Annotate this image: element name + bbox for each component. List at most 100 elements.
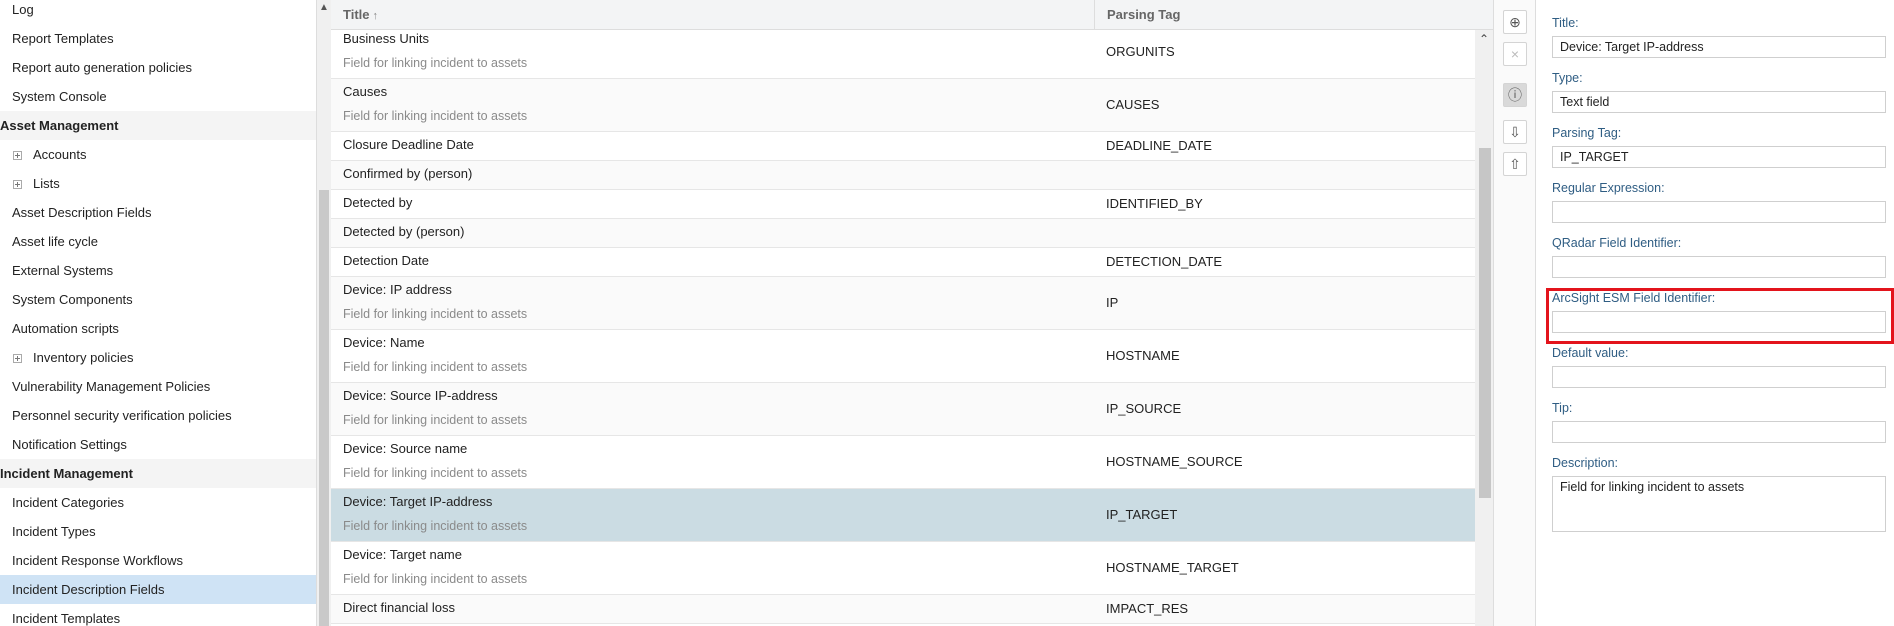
add-icon: ⊕ — [1509, 14, 1521, 30]
sidebar-item-label: Incident Categories — [12, 495, 125, 510]
column-header-parsing-tag[interactable]: Parsing Tag — [1095, 0, 1493, 29]
sidebar-item[interactable]: Inventory policies — [0, 343, 316, 372]
export-icon: ⇧ — [1509, 156, 1521, 172]
row-description: Field for linking incident to assets — [343, 56, 528, 70]
sidebar-item[interactable]: System Console — [0, 82, 316, 111]
import-button[interactable]: ⇩ — [1503, 120, 1527, 144]
title-field-group: Title: Device: Target IP-address — [1552, 15, 1886, 58]
row-title: Direct financial loss — [343, 600, 455, 615]
table-row[interactable]: Causes Field for linking incident to asse… — [331, 79, 1475, 132]
tip-label: Tip: — [1552, 401, 1573, 415]
grid-scrollbar[interactable]: ⌃ — [1475, 30, 1493, 626]
info-button[interactable]: ⓘ — [1503, 83, 1527, 107]
sidebar-item[interactable]: Report auto generation policies — [0, 53, 316, 82]
table-row[interactable]: Device: Target name Field for linking inc… — [331, 542, 1475, 595]
qradar-field-group: QRadar Field Identifier: — [1552, 235, 1886, 278]
tip-input[interactable] — [1552, 421, 1886, 443]
arcsight-label: ArcSight ESM Field Identifier: — [1552, 291, 1716, 305]
table-row[interactable]: Confirmed by (person) — [331, 161, 1475, 190]
description-field-group: Description: Field for linking incident … — [1552, 455, 1886, 532]
title-cell: Device: Target name Field for linking inc… — [343, 546, 1083, 588]
scroll-up-icon[interactable]: ⌃ — [1479, 32, 1489, 46]
default-value-field-group: Default value: — [1552, 345, 1886, 388]
sidebar-item-label: Notification Settings — [12, 437, 127, 452]
sidebar-item[interactable]: Incident Categories — [0, 488, 316, 517]
sidebar-item[interactable]: Report Templates — [0, 24, 316, 53]
regex-field-group: Regular Expression: — [1552, 180, 1886, 223]
sidebar-scrollbar[interactable]: ▲ — [316, 0, 331, 626]
add-field-button[interactable]: ⊕ — [1503, 10, 1527, 34]
field-details-panel: Title: Device: Target IP-address Type: T… — [1537, 0, 1894, 626]
sidebar-item[interactable]: Personnel security verification policies — [0, 401, 316, 430]
sidebar-scroll-thumb[interactable] — [319, 190, 329, 626]
parsing-tag-cell: IDENTIFIED_BY — [1106, 196, 1203, 211]
sidebar-item[interactable]: Log — [0, 0, 316, 24]
row-description: Field for linking incident to assets — [343, 307, 528, 321]
row-title: Device: Source name — [343, 441, 468, 456]
table-row[interactable]: Detected by IDENTIFIED_BY — [331, 190, 1475, 219]
expand-plus-icon[interactable] — [13, 354, 22, 363]
sidebar-item-label: System Components — [12, 292, 133, 307]
parsing-tag-cell: HOSTNAME_TARGET — [1106, 560, 1239, 575]
sidebar-item[interactable]: Incident Response Workflows — [0, 546, 316, 575]
parsing-tag-cell: IP_TARGET — [1106, 507, 1178, 522]
sidebar-item[interactable]: Accounts — [0, 140, 316, 169]
table-row[interactable]: Device: Source IP-address Field for linki… — [331, 383, 1475, 436]
arcsight-input[interactable] — [1552, 311, 1886, 333]
parsing-tag-cell: IP_SOURCE — [1106, 401, 1182, 416]
sidebar-item-label: Accounts — [33, 147, 87, 162]
title-input[interactable]: Device: Target IP-address — [1552, 36, 1886, 58]
expand-plus-icon[interactable] — [13, 180, 22, 189]
title-cell: Closure Deadline Date — [343, 136, 1083, 154]
table-row[interactable]: Closure Deadline Date DEADLINE_DATE — [331, 132, 1475, 161]
parsing-tag-cell: ORGUNITS — [1106, 44, 1175, 59]
sidebar-section-header[interactable]: Incident Management — [0, 459, 316, 488]
sidebar-item-label: Incident Description Fields — [12, 582, 165, 597]
title-label: Title: — [1552, 16, 1579, 30]
delete-field-button[interactable]: × — [1503, 42, 1527, 66]
sidebar-item[interactable]: Automation scripts — [0, 314, 316, 343]
table-row[interactable]: Device: IP address Field for linking inci… — [331, 277, 1475, 330]
sidebar-item-label: Asset Description Fields — [12, 205, 152, 220]
parsing-tag-cell: HOSTNAME_SOURCE — [1106, 454, 1243, 469]
sidebar-item[interactable]: Lists — [0, 169, 316, 198]
table-row[interactable]: Direct financial loss IMPACT_RES — [331, 595, 1475, 624]
info-icon: ⓘ — [1508, 87, 1522, 103]
sidebar-section-header[interactable]: Asset Management — [0, 111, 316, 140]
regex-input[interactable] — [1552, 201, 1886, 223]
sidebar-item[interactable]: Asset life cycle — [0, 227, 316, 256]
table-row[interactable]: Device: Name Field for linking incident t… — [331, 330, 1475, 383]
table-row[interactable]: Detection Date DETECTION_DATE — [331, 248, 1475, 277]
row-title: Device: Target name — [343, 547, 462, 562]
table-row[interactable]: Business Units Field for linking incident… — [331, 30, 1475, 79]
table-row[interactable]: Device: Source name Field for linking inc… — [331, 436, 1475, 489]
sidebar-list: Log Report Templates Report auto generatio… — [0, 0, 316, 626]
parsing-tag-cell: DETECTION_DATE — [1106, 254, 1223, 269]
default-value-input[interactable] — [1552, 366, 1886, 388]
title-cell: Device: Name Field for linking incident t… — [343, 334, 1083, 376]
sidebar-item[interactable]: External Systems — [0, 256, 316, 285]
sidebar-item[interactable]: System Components — [0, 285, 316, 314]
parsing-tag-input[interactable]: IP_TARGET — [1552, 146, 1886, 168]
qradar-input[interactable] — [1552, 256, 1886, 278]
column-tag-label: Parsing Tag — [1107, 7, 1181, 22]
sort-ascending-icon[interactable]: ↑ — [373, 10, 379, 22]
export-button[interactable]: ⇧ — [1503, 152, 1527, 176]
description-textarea[interactable]: Field for linking incident to assets — [1552, 476, 1886, 532]
grid-scroll-thumb[interactable] — [1479, 148, 1491, 498]
sidebar-item[interactable]: Incident Types — [0, 517, 316, 546]
row-description: Field for linking incident to assets — [343, 413, 528, 427]
type-input[interactable]: Text field — [1552, 91, 1886, 113]
table-row[interactable]: Device: Target IP-address Field for linki… — [331, 489, 1475, 542]
sidebar-item[interactable]: Notification Settings — [0, 430, 316, 459]
sidebar-item[interactable]: Vulnerability Management Policies — [0, 372, 316, 401]
expand-plus-icon[interactable] — [13, 151, 22, 160]
sidebar-item[interactable]: Asset Description Fields — [0, 198, 316, 227]
column-header-title[interactable]: Title ↑ — [331, 0, 1095, 29]
parsing-tag-cell: HOSTNAME — [1106, 348, 1180, 363]
grid-header: Title ↑ Parsing Tag — [331, 0, 1493, 30]
sidebar-item[interactable]: Incident Description Fields — [0, 575, 316, 604]
table-row[interactable]: Detected by (person) — [331, 219, 1475, 248]
sidebar-item[interactable]: Incident Templates — [0, 604, 316, 626]
scroll-up-icon[interactable]: ▲ — [319, 2, 329, 13]
